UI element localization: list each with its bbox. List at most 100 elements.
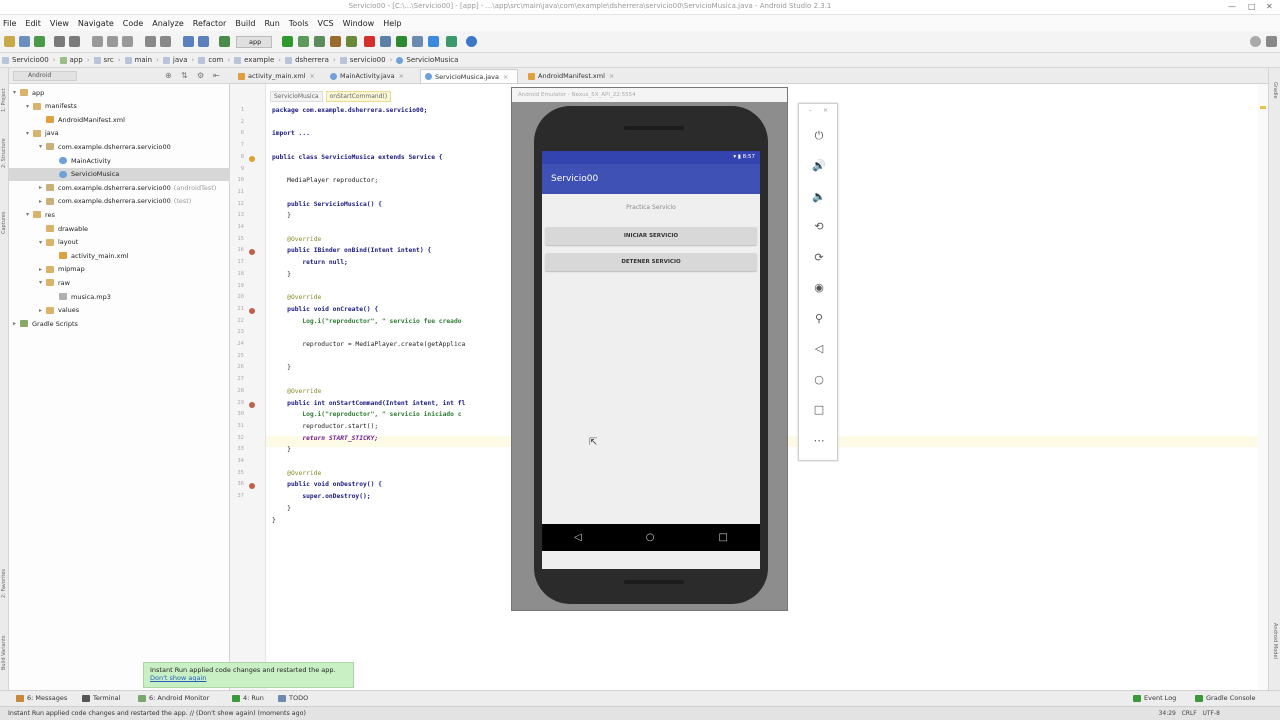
breadcrumb-dsherrera[interactable]: dsherrera › <box>285 56 336 64</box>
breadcrumb-project[interactable]: Servicio00 › <box>2 56 56 64</box>
tree-item[interactable]: ▸ values <box>9 304 230 317</box>
breadcrumb-example[interactable]: example › <box>234 56 281 64</box>
sync-scroll-icon[interactable]: ⊕ <box>165 71 172 80</box>
tab-main-activity[interactable]: MainActivity.java × <box>326 69 414 83</box>
close-icon[interactable]: ✕ <box>1266 2 1273 11</box>
chevron-down-icon[interactable]: ▾ <box>26 103 33 110</box>
menu-edit[interactable]: Edit <box>25 19 41 28</box>
line-separator[interactable]: CRLF <box>1182 710 1197 717</box>
warning-marker[interactable] <box>1260 106 1266 109</box>
menu-code[interactable]: Code <box>123 19 143 28</box>
tree-item[interactable]: ▸ mipmap <box>9 263 230 276</box>
chevron-right-icon[interactable]: ▸ <box>13 320 20 327</box>
sync-icon[interactable] <box>34 36 45 47</box>
menu-view[interactable]: View <box>50 19 69 28</box>
breadcrumb-main[interactable]: main › <box>124 56 159 64</box>
start-service-button[interactable]: INICIAR SERVICIO <box>545 227 757 245</box>
close-tab-icon[interactable]: × <box>609 72 614 80</box>
chevron-right-icon[interactable]: ▸ <box>39 198 46 205</box>
minimize-icon[interactable]: – <box>809 107 812 114</box>
more-icon[interactable]: ⋯ <box>811 433 827 449</box>
power-icon[interactable]: ⏻ <box>811 128 827 144</box>
tab-servicio-musica[interactable]: ServicioMusica.java × <box>420 69 518 83</box>
tool-run[interactable]: 4: Run <box>232 694 264 702</box>
copy-icon[interactable] <box>107 36 118 47</box>
code-crumb-class[interactable]: ServicioMusica <box>270 91 323 102</box>
tree-item[interactable]: ▾ raw <box>9 276 230 289</box>
tree-item[interactable]: ▾ app <box>9 86 230 99</box>
make-project-icon[interactable] <box>219 36 230 47</box>
cut-icon[interactable] <box>92 36 103 47</box>
avd-manager-icon[interactable] <box>380 36 391 47</box>
attach-debugger-icon[interactable] <box>330 36 341 47</box>
menu-file[interactable]: File <box>3 19 16 28</box>
open-icon[interactable] <box>4 36 15 47</box>
tool-gradle-console[interactable]: Gradle Console <box>1195 694 1256 702</box>
tree-item[interactable]: ▾ java <box>9 127 230 140</box>
chevron-down-icon[interactable]: ▾ <box>39 143 46 150</box>
menu-run[interactable]: Run <box>264 19 279 28</box>
find-icon[interactable] <box>145 36 156 47</box>
paste-icon[interactable] <box>122 36 133 47</box>
override-icon[interactable] <box>249 401 255 408</box>
tree-item[interactable]: ▾ res <box>9 208 230 221</box>
tree-item[interactable]: ▸ Gradle Scripts <box>9 317 230 330</box>
breadcrumb-src[interactable]: src › <box>93 56 121 64</box>
forward-icon[interactable] <box>198 36 209 47</box>
home-icon[interactable]: ○ <box>811 372 827 388</box>
chevron-down-icon[interactable]: ▾ <box>26 130 33 137</box>
run-icon[interactable] <box>282 36 293 47</box>
close-tab-icon[interactable]: × <box>399 72 404 80</box>
rotate-left-icon[interactable]: ⟲ <box>811 219 827 235</box>
breadcrumb-servicio00[interactable]: servicio00 › <box>339 56 392 64</box>
undo-icon[interactable] <box>54 36 65 47</box>
tree-item[interactable]: ServicioMusica <box>9 167 230 181</box>
tool-tab-gradle[interactable]: Gradle <box>1271 82 1278 112</box>
tree-item[interactable]: ▸ com.example.dsherrera.servicio00 (test) <box>9 195 230 208</box>
tool-messages[interactable]: 6: Messages <box>16 694 67 702</box>
tab-activity-main-xml[interactable]: activity_main.xml × <box>234 69 318 83</box>
tool-tab-android-model[interactable]: Android Model <box>1271 623 1278 679</box>
warning-icon[interactable] <box>249 155 255 162</box>
close-tab-icon[interactable]: × <box>503 73 508 81</box>
collapse-all-icon[interactable]: ⇅ <box>181 71 188 80</box>
dont-show-again-link[interactable]: Don't show again <box>150 674 347 682</box>
chevron-down-icon[interactable]: ▾ <box>39 279 46 286</box>
phone-screen[interactable]: ▾ ▮ 8:57 Servicio00 Practica Servicio IN… <box>542 151 760 569</box>
tree-item[interactable]: AndroidManifest.xml <box>9 113 230 126</box>
tool-tab-build-variants[interactable]: Build Variants <box>1 620 8 670</box>
back-icon[interactable]: ◁ <box>811 341 827 357</box>
stop-service-button[interactable]: DETENER SERVICIO <box>545 253 757 271</box>
profile-icon[interactable] <box>314 36 325 47</box>
stop-icon[interactable] <box>364 36 375 47</box>
tree-item[interactable]: ▾ manifests <box>9 100 230 113</box>
chevron-right-icon[interactable]: ▸ <box>39 266 46 273</box>
search-icon[interactable] <box>1250 36 1261 47</box>
tree-item[interactable]: ▾ com.example.dsherrera.servicio00 <box>9 140 230 153</box>
rotate-right-icon[interactable]: ⟳ <box>811 250 827 266</box>
menu-tools[interactable]: Tools <box>289 19 309 28</box>
tool-tab-captures[interactable]: Captures <box>1 200 8 235</box>
replace-icon[interactable] <box>160 36 171 47</box>
sdk-manager-icon[interactable] <box>396 36 407 47</box>
tab-android-manifest[interactable]: AndroidManifest.xml × <box>524 69 624 83</box>
recents-nav-icon[interactable]: □ <box>719 532 728 543</box>
volume-up-icon[interactable]: 🔊 <box>811 158 827 174</box>
tree-item[interactable]: musica.mp3 <box>9 290 230 303</box>
tool-tab-structure[interactable]: 2: Structure <box>1 128 8 168</box>
overview-icon[interactable]: □ <box>811 402 827 418</box>
menu-help[interactable]: Help <box>383 19 401 28</box>
gear-icon[interactable]: ⚙ <box>197 71 204 80</box>
camera-icon[interactable]: ◉ <box>811 280 827 296</box>
help-icon[interactable] <box>466 36 477 47</box>
hide-panel-icon[interactable]: ⇤ <box>213 71 220 80</box>
zoom-icon[interactable]: ⚲ <box>811 311 827 327</box>
chevron-right-icon[interactable]: ▸ <box>39 307 46 314</box>
menu-vcs[interactable]: VCS <box>318 19 334 28</box>
home-nav-icon[interactable]: ○ <box>646 532 655 543</box>
file-encoding[interactable]: UTF-8 <box>1203 710 1221 717</box>
chevron-right-icon[interactable]: ▸ <box>39 184 46 191</box>
tool-event-log[interactable]: Event Log <box>1133 694 1176 702</box>
breadcrumb-com[interactable]: com › <box>198 56 230 64</box>
caret-position[interactable]: 34:29 <box>1159 710 1176 717</box>
